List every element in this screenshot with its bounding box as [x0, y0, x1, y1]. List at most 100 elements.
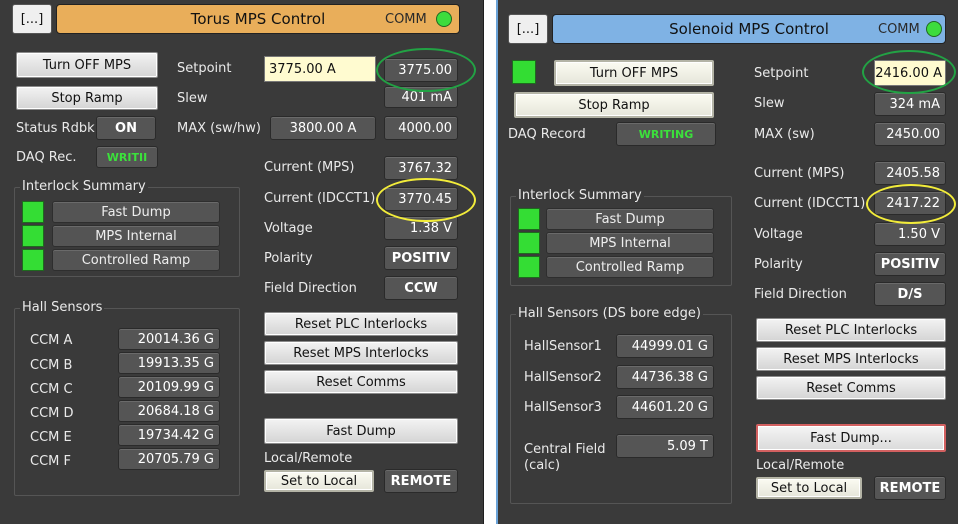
solenoid-comm-led-icon [926, 21, 942, 37]
solenoid-interlock-mps-internal[interactable]: MPS Internal [546, 232, 714, 254]
torus-daq-status-text: WRITII [106, 150, 148, 164]
torus-comm-label: COMM [385, 12, 427, 27]
solenoid-central-field-value: 5.09 T [616, 434, 714, 458]
torus-status-value: ON [96, 116, 156, 140]
solenoid-hall-value: 44601.20 G [616, 395, 714, 419]
torus-polarity-value: POSITIV [384, 246, 458, 270]
torus-reset-plc-interlocks-button[interactable]: Reset PLC Interlocks [264, 312, 458, 336]
solenoid-slew-label: Slew [754, 96, 785, 111]
torus-hall-value: 19913.35 G [118, 352, 220, 374]
solenoid-voltage-label: Voltage [754, 227, 803, 242]
torus-interlock-summary-title: Interlock Summary [20, 179, 148, 194]
torus-comm-led-icon [436, 11, 452, 27]
solenoid-interlock-controlled-ramp[interactable]: Controlled Ramp [546, 256, 714, 278]
solenoid-polarity-label: Polarity [754, 257, 803, 272]
torus-local-remote-label: Local/Remote [264, 451, 353, 466]
solenoid-setpoint-label: Setpoint [754, 66, 809, 81]
torus-hall-value: 20014.36 G [118, 328, 220, 350]
torus-hall-name: CCM F [30, 454, 71, 469]
torus-daq-value: WRITII [96, 146, 158, 168]
torus-interlock-controlled-ramp[interactable]: Controlled Ramp [52, 249, 220, 271]
torus-current-idcct-label: Current (IDCCT1) [264, 191, 376, 206]
torus-hall-value: 20705.79 G [118, 448, 220, 470]
torus-hall-value: 19734.42 G [118, 424, 220, 446]
solenoid-hall-name: HallSensor3 [524, 400, 602, 415]
torus-daq-label: DAQ Rec. [16, 150, 77, 165]
torus-max-label: MAX (sw/hw) [177, 121, 261, 136]
torus-hall-value: 20109.99 G [118, 376, 220, 398]
solenoid-reset-comms-button[interactable]: Reset Comms [756, 376, 946, 400]
solenoid-mps-internal-led-icon [518, 232, 540, 254]
torus-reset-comms-button[interactable]: Reset Comms [264, 370, 458, 394]
solenoid-interlock-summary-title: Interlock Summary [516, 188, 644, 203]
torus-field-direction-value: CCW [384, 276, 458, 300]
torus-fast-dump-led-icon [22, 201, 44, 223]
solenoid-setpoint-annotation-ring [862, 50, 956, 94]
torus-mps-internal-led-icon [22, 225, 44, 247]
solenoid-controlled-ramp-led-icon [518, 256, 540, 278]
solenoid-voltage-value: 1.50 V [874, 222, 946, 246]
torus-current-mps-label: Current (MPS) [264, 160, 355, 175]
torus-menu-button[interactable]: [...] [12, 4, 52, 34]
torus-interlock-fast-dump[interactable]: Fast Dump [52, 201, 220, 223]
solenoid-daq-label: DAQ Record [508, 127, 586, 142]
torus-hall-value: 20684.18 G [118, 400, 220, 422]
torus-setpoint-label: Setpoint [177, 61, 232, 76]
solenoid-current-mps-value: 2405.58 [874, 161, 946, 185]
solenoid-daq-status-text: WRITING [638, 127, 694, 141]
torus-hall-name: CCM A [30, 333, 73, 348]
solenoid-hall-sensors-title: Hall Sensors (DS bore edge) [516, 306, 703, 321]
solenoid-fast-dump-led-icon [518, 208, 540, 230]
torus-hall-sensors-title: Hall Sensors [20, 300, 105, 315]
solenoid-max-value: 2450.00 [874, 122, 946, 146]
torus-reset-mps-interlocks-button[interactable]: Reset MPS Interlocks [264, 341, 458, 365]
solenoid-current-annotation-ring [866, 184, 956, 224]
solenoid-max-label: MAX (sw) [754, 127, 815, 142]
torus-setpoint-input[interactable]: 3775.00 A [264, 56, 376, 82]
solenoid-hall-value: 44999.01 G [616, 334, 714, 358]
torus-voltage-label: Voltage [264, 221, 313, 236]
torus-polarity-label: Polarity [264, 251, 313, 266]
torus-current-mps-value: 3767.32 [384, 156, 458, 180]
solenoid-turn-off-mps-button[interactable]: Turn OFF MPS [554, 60, 714, 86]
torus-remote-value: REMOTE [384, 469, 458, 493]
torus-hall-name: CCM C [30, 382, 73, 397]
solenoid-field-direction-label: Field Direction [754, 287, 847, 302]
solenoid-hall-name: HallSensor2 [524, 370, 602, 385]
solenoid-comm-label: COMM [878, 22, 920, 37]
solenoid-stop-ramp-button[interactable]: Stop Ramp [514, 92, 714, 118]
solenoid-fast-dump-button[interactable]: Fast Dump... [756, 424, 946, 452]
solenoid-set-to-local-button[interactable]: Set to Local [756, 477, 862, 499]
torus-set-to-local-button[interactable]: Set to Local [264, 470, 374, 492]
torus-max-sw-value: 3800.00 A [270, 116, 376, 140]
torus-current-annotation-ring [376, 178, 476, 222]
torus-hall-name: CCM E [30, 430, 72, 445]
solenoid-reset-plc-interlocks-button[interactable]: Reset PLC Interlocks [756, 318, 946, 342]
solenoid-remote-value: REMOTE [874, 476, 946, 500]
torus-field-direction-label: Field Direction [264, 281, 357, 296]
solenoid-menu-button[interactable]: [...] [508, 14, 548, 44]
torus-stop-ramp-button[interactable]: Stop Ramp [16, 86, 158, 110]
solenoid-hall-name: HallSensor1 [524, 339, 602, 354]
solenoid-current-idcct-label: Current (IDCCT1) [754, 196, 866, 211]
solenoid-local-remote-label: Local/Remote [756, 458, 845, 473]
torus-fast-dump-button[interactable]: Fast Dump [264, 418, 458, 444]
torus-max-hw-value: 4000.00 [384, 116, 458, 140]
solenoid-central-field-label: Central Field [524, 442, 606, 457]
solenoid-interlock-fast-dump[interactable]: Fast Dump [546, 208, 714, 230]
solenoid-polarity-value: POSITIV [874, 252, 946, 276]
torus-setpoint-annotation-ring [376, 48, 476, 92]
solenoid-reset-mps-interlocks-button[interactable]: Reset MPS Interlocks [756, 347, 946, 371]
solenoid-mps-panel: [...] Solenoid MPS Control COMM Turn OFF… [496, 0, 958, 524]
torus-status-label: Status Rdbk [16, 121, 95, 136]
torus-turn-off-mps-button[interactable]: Turn OFF MPS [16, 52, 158, 78]
torus-controlled-ramp-led-icon [22, 249, 44, 271]
solenoid-hall-value: 44736.38 G [616, 365, 714, 389]
torus-hall-name: CCM B [30, 358, 73, 373]
solenoid-central-field-sublabel: (calc) [524, 458, 561, 473]
torus-hall-name: CCM D [30, 406, 74, 421]
solenoid-daq-value: WRITING [616, 122, 716, 146]
torus-interlock-mps-internal[interactable]: MPS Internal [52, 225, 220, 247]
solenoid-current-mps-label: Current (MPS) [754, 166, 845, 181]
solenoid-mps-on-led-icon [512, 60, 536, 84]
